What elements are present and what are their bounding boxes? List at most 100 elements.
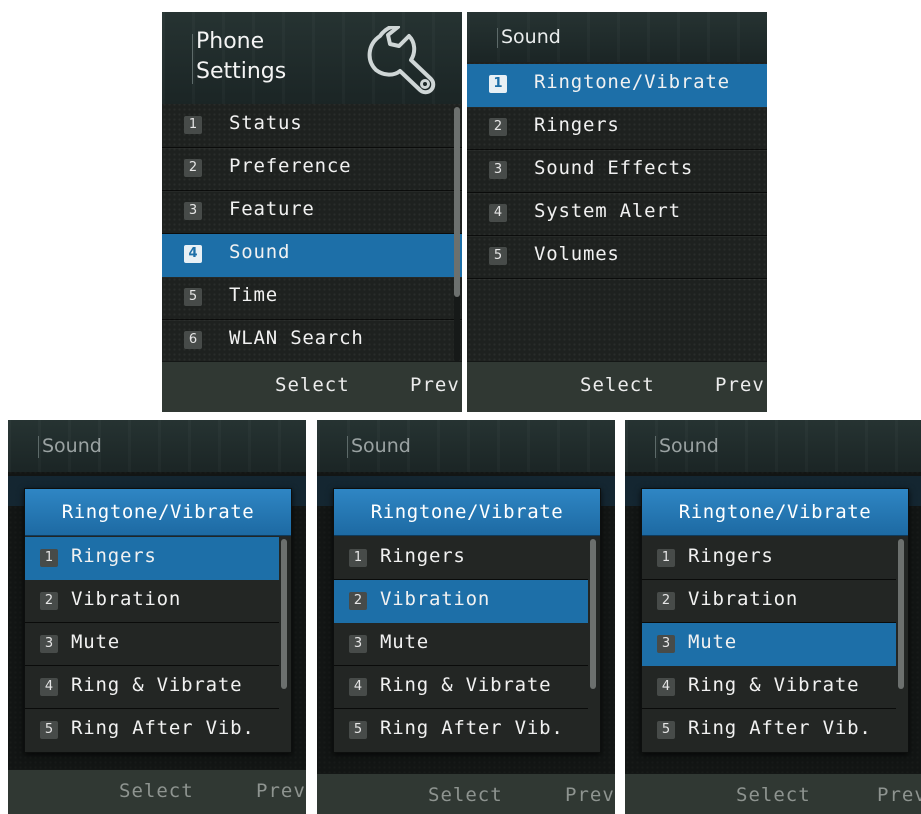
item-number: 3 <box>657 635 675 653</box>
list-item-preference[interactable]: 2 Preference <box>162 148 462 191</box>
item-number: 1 <box>657 549 675 567</box>
list-item-system-alert[interactable]: 4 System Alert <box>467 193 767 236</box>
scrollbar-thumb[interactable] <box>898 539 904 689</box>
item-number: 5 <box>40 721 58 739</box>
select-softkey[interactable]: Select <box>428 784 503 806</box>
item-number: 2 <box>349 592 367 610</box>
item-label: Ringers <box>534 114 620 136</box>
title-bar: Sound <box>317 420 615 472</box>
list-item-sound[interactable]: 4 Sound <box>162 234 462 277</box>
select-softkey[interactable]: Select <box>580 374 655 396</box>
prev-softkey[interactable]: Prev <box>410 374 460 396</box>
prev-softkey[interactable]: Prev <box>715 374 765 396</box>
select-softkey[interactable]: Select <box>275 374 350 396</box>
scrollbar-thumb[interactable] <box>590 539 596 689</box>
item-number: 1 <box>40 549 58 567</box>
item-label: Preference <box>229 155 352 177</box>
popup-item-mute[interactable]: 3 Mute <box>642 623 896 666</box>
item-label: Sound Effects <box>534 157 694 179</box>
item-label: Volumes <box>534 243 620 265</box>
softkey-bar: Select Prev <box>625 773 921 814</box>
popup-item-ringers[interactable]: 1 Ringers <box>334 537 588 580</box>
popup-item-ring-after-vib[interactable]: 5 Ring After Vib. <box>25 709 279 751</box>
popup-title: Ringtone/Vibrate <box>25 489 291 536</box>
item-label: Time <box>229 284 278 306</box>
item-number: 4 <box>657 678 675 696</box>
ringtone-vibrate-popup: Ringtone/Vibrate 1 Ringers 2 Vibration 3… <box>333 488 601 753</box>
item-number: 2 <box>40 592 58 610</box>
item-label: Vibration <box>380 588 491 610</box>
title-divider <box>192 34 193 84</box>
scrollbar-thumb[interactable] <box>454 107 460 297</box>
list-item-volumes[interactable]: 5 Volumes <box>467 236 767 279</box>
item-number: 3 <box>184 202 202 220</box>
popup-item-mute[interactable]: 3 Mute <box>25 623 279 666</box>
softkey-bar: Select Prev <box>467 361 767 412</box>
item-label: Ringers <box>380 545 466 567</box>
item-label: Ringers <box>688 545 774 567</box>
softkey-bar: Select Prev <box>317 773 615 814</box>
scrollbar[interactable] <box>590 539 596 689</box>
list-item-sound-effects[interactable]: 3 Sound Effects <box>467 150 767 193</box>
list-item-ringtone-vibrate[interactable]: 1 Ringtone/Vibrate <box>467 64 767 107</box>
item-label: Status <box>229 112 303 134</box>
scrollbar-thumb[interactable] <box>281 539 287 689</box>
item-number: 5 <box>349 721 367 739</box>
item-label: Mute <box>380 631 429 653</box>
item-label: Ring After Vib. <box>380 717 564 739</box>
popup-item-vibration[interactable]: 2 Vibration <box>642 580 896 623</box>
list-item-feature[interactable]: 3 Feature <box>162 191 462 234</box>
ringtone-vibrate-popup: Ringtone/Vibrate 1 Ringers 2 Vibration 3… <box>641 488 909 753</box>
item-number: 6 <box>184 331 202 349</box>
item-number: 3 <box>489 161 507 179</box>
item-label: Vibration <box>71 588 182 610</box>
page-title: Sound <box>501 26 561 48</box>
scrollbar[interactable] <box>898 539 904 689</box>
popup-item-ring-and-vibrate[interactable]: 4 Ring & Vibrate <box>334 666 588 709</box>
softkey-bar: Select Prev <box>8 769 306 814</box>
popup-item-ringers[interactable]: 1 Ringers <box>642 537 896 580</box>
item-number: 2 <box>657 592 675 610</box>
item-label: Sound <box>229 241 291 263</box>
popup-title: Ringtone/Vibrate <box>334 489 600 536</box>
scrollbar[interactable] <box>281 539 287 689</box>
popup-item-ring-after-vib[interactable]: 5 Ring After Vib. <box>334 709 588 751</box>
title-divider <box>655 436 656 458</box>
item-label: Vibration <box>688 588 799 610</box>
prev-softkey[interactable]: Prev <box>877 784 921 806</box>
popup-item-ringers[interactable]: 1 Ringers <box>25 537 279 580</box>
item-label: Ringers <box>71 545 157 567</box>
item-label: System Alert <box>534 200 681 222</box>
scrollbar[interactable] <box>454 107 460 362</box>
page-title: Phone Settings <box>196 27 286 87</box>
list-item-status[interactable]: 1 Status <box>162 105 462 148</box>
list-item-time[interactable]: 5 Time <box>162 277 462 320</box>
select-softkey[interactable]: Select <box>736 784 811 806</box>
popup-item-vibration[interactable]: 2 Vibration <box>25 580 279 623</box>
popup-title: Ringtone/Vibrate <box>642 489 908 536</box>
popup-item-ring-and-vibrate[interactable]: 4 Ring & Vibrate <box>25 666 279 709</box>
page-title: Sound <box>42 435 102 457</box>
prev-softkey[interactable]: Prev <box>256 780 306 802</box>
item-number: 2 <box>489 118 507 136</box>
item-number: 3 <box>40 635 58 653</box>
popup-item-ring-after-vib[interactable]: 5 Ring After Vib. <box>642 709 896 751</box>
popup-item-mute[interactable]: 3 Mute <box>334 623 588 666</box>
title-bar: Sound <box>625 420 921 472</box>
ringtone-popup-screen-3: Sound Ringtone/Vibrate 1 Ringers 2 Vibra… <box>625 420 921 814</box>
prev-softkey[interactable]: Prev <box>565 784 615 806</box>
select-softkey[interactable]: Select <box>119 780 194 802</box>
item-number: 1 <box>184 116 202 134</box>
title-bar: Sound <box>467 12 767 62</box>
list-item-wlan-search[interactable]: 6 WLAN Search <box>162 320 462 363</box>
popup-item-ring-and-vibrate[interactable]: 4 Ring & Vibrate <box>642 666 896 709</box>
item-label: Ring & Vibrate <box>688 674 860 696</box>
popup-item-vibration[interactable]: 2 Vibration <box>334 580 588 623</box>
item-number: 5 <box>184 288 202 306</box>
title-divider <box>38 436 39 458</box>
list-item-ringers[interactable]: 2 Ringers <box>467 107 767 150</box>
item-number: 5 <box>489 247 507 265</box>
item-number: 4 <box>349 678 367 696</box>
item-label: Mute <box>71 631 120 653</box>
item-label: Ring After Vib. <box>688 717 872 739</box>
